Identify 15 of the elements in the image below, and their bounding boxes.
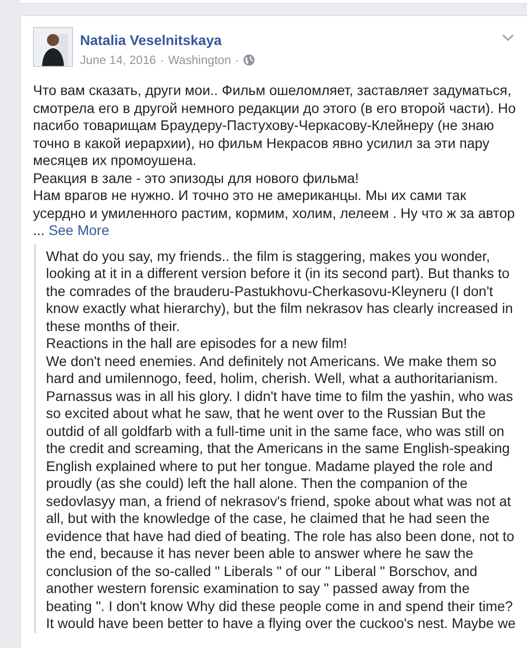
globe-icon[interactable] — [243, 54, 256, 66]
separator: · — [160, 52, 164, 68]
chevron-icon[interactable] — [502, 34, 514, 42]
see-more-link[interactable]: See More — [48, 222, 110, 238]
post-text: What do you say, my friends.. the film is staggering, makes you wonder, looking at it in a different version before it (in its second part). But thanks to the comrades of the brauderu-Pastukhovu-Cherkasovu-Kleyneru (I don't know exactly what hierarchy), but the film nekrasov has clearly increased in these months of their. — [46, 248, 514, 335]
post-text: We don't need enemies. And definitely not Americans. We make them so hard and umilennogo, feed, holim, cherish. Well, what a authoritarianism. Parnassus was in all his glory. I didn't have time to film the yashin, who was so excited about what he saw, that he went over to the Russian But the outdid of all goldfarb with a full-time unit in the same face, who was still on the credit and screaming, that the Americans in the same English-speaking English explained where to put her tongue. Madame played the role and proudly (as she could) left the hall alone. Then the companion of the sedovlasyy man, a friend of nekrasov's friend, spoke about what was not at all, but with the knowledge of the case, he claimed that he had seen the evidence that have had died of beating. The role has also been done, not to the end, because it has never been able to answer where he saw the conclusion of the so-called " Liberals " of our " Liberal " Borschov, and another western forensic examination to say " passed away from the beating ". I don't know Why did these people come in and spend their time? It would have been better to have a flying over the cuckoo's nest. Maybe we — [46, 352, 517, 632]
location: Washington — [168, 52, 232, 68]
post-text: Что вам сказать, други мои.. Фильм ошеломляет, заставляет задуматься, смотрела его в другой немного редакции до этого (в его второй части). Но пасибо товарищам Браудеру-Пастухову-Черкасову-Клейнеру (не знаю точно в какой иерархии), но фильм Некрасов явно усилил за эти пару месяцев их промоушена. — [33, 82, 517, 170]
post-text: ... See More — [33, 222, 110, 240]
post-text: Реакция в зале - это эпизоды для нового фильма! — [33, 170, 360, 187]
author-name[interactable]: Natalia Veselnitskaya — [80, 31, 222, 49]
separator: · — [235, 52, 240, 68]
post-text: Нам врагов не нужно. И точно это не американцы. Мы их сами так усердно и умиленного растим, кормим, холим, лелеем . Ну что ж за автор — [33, 187, 516, 222]
post-text: Reactions in the hall are episodes for a new film! — [46, 335, 348, 352]
avatar[interactable] — [33, 27, 73, 67]
